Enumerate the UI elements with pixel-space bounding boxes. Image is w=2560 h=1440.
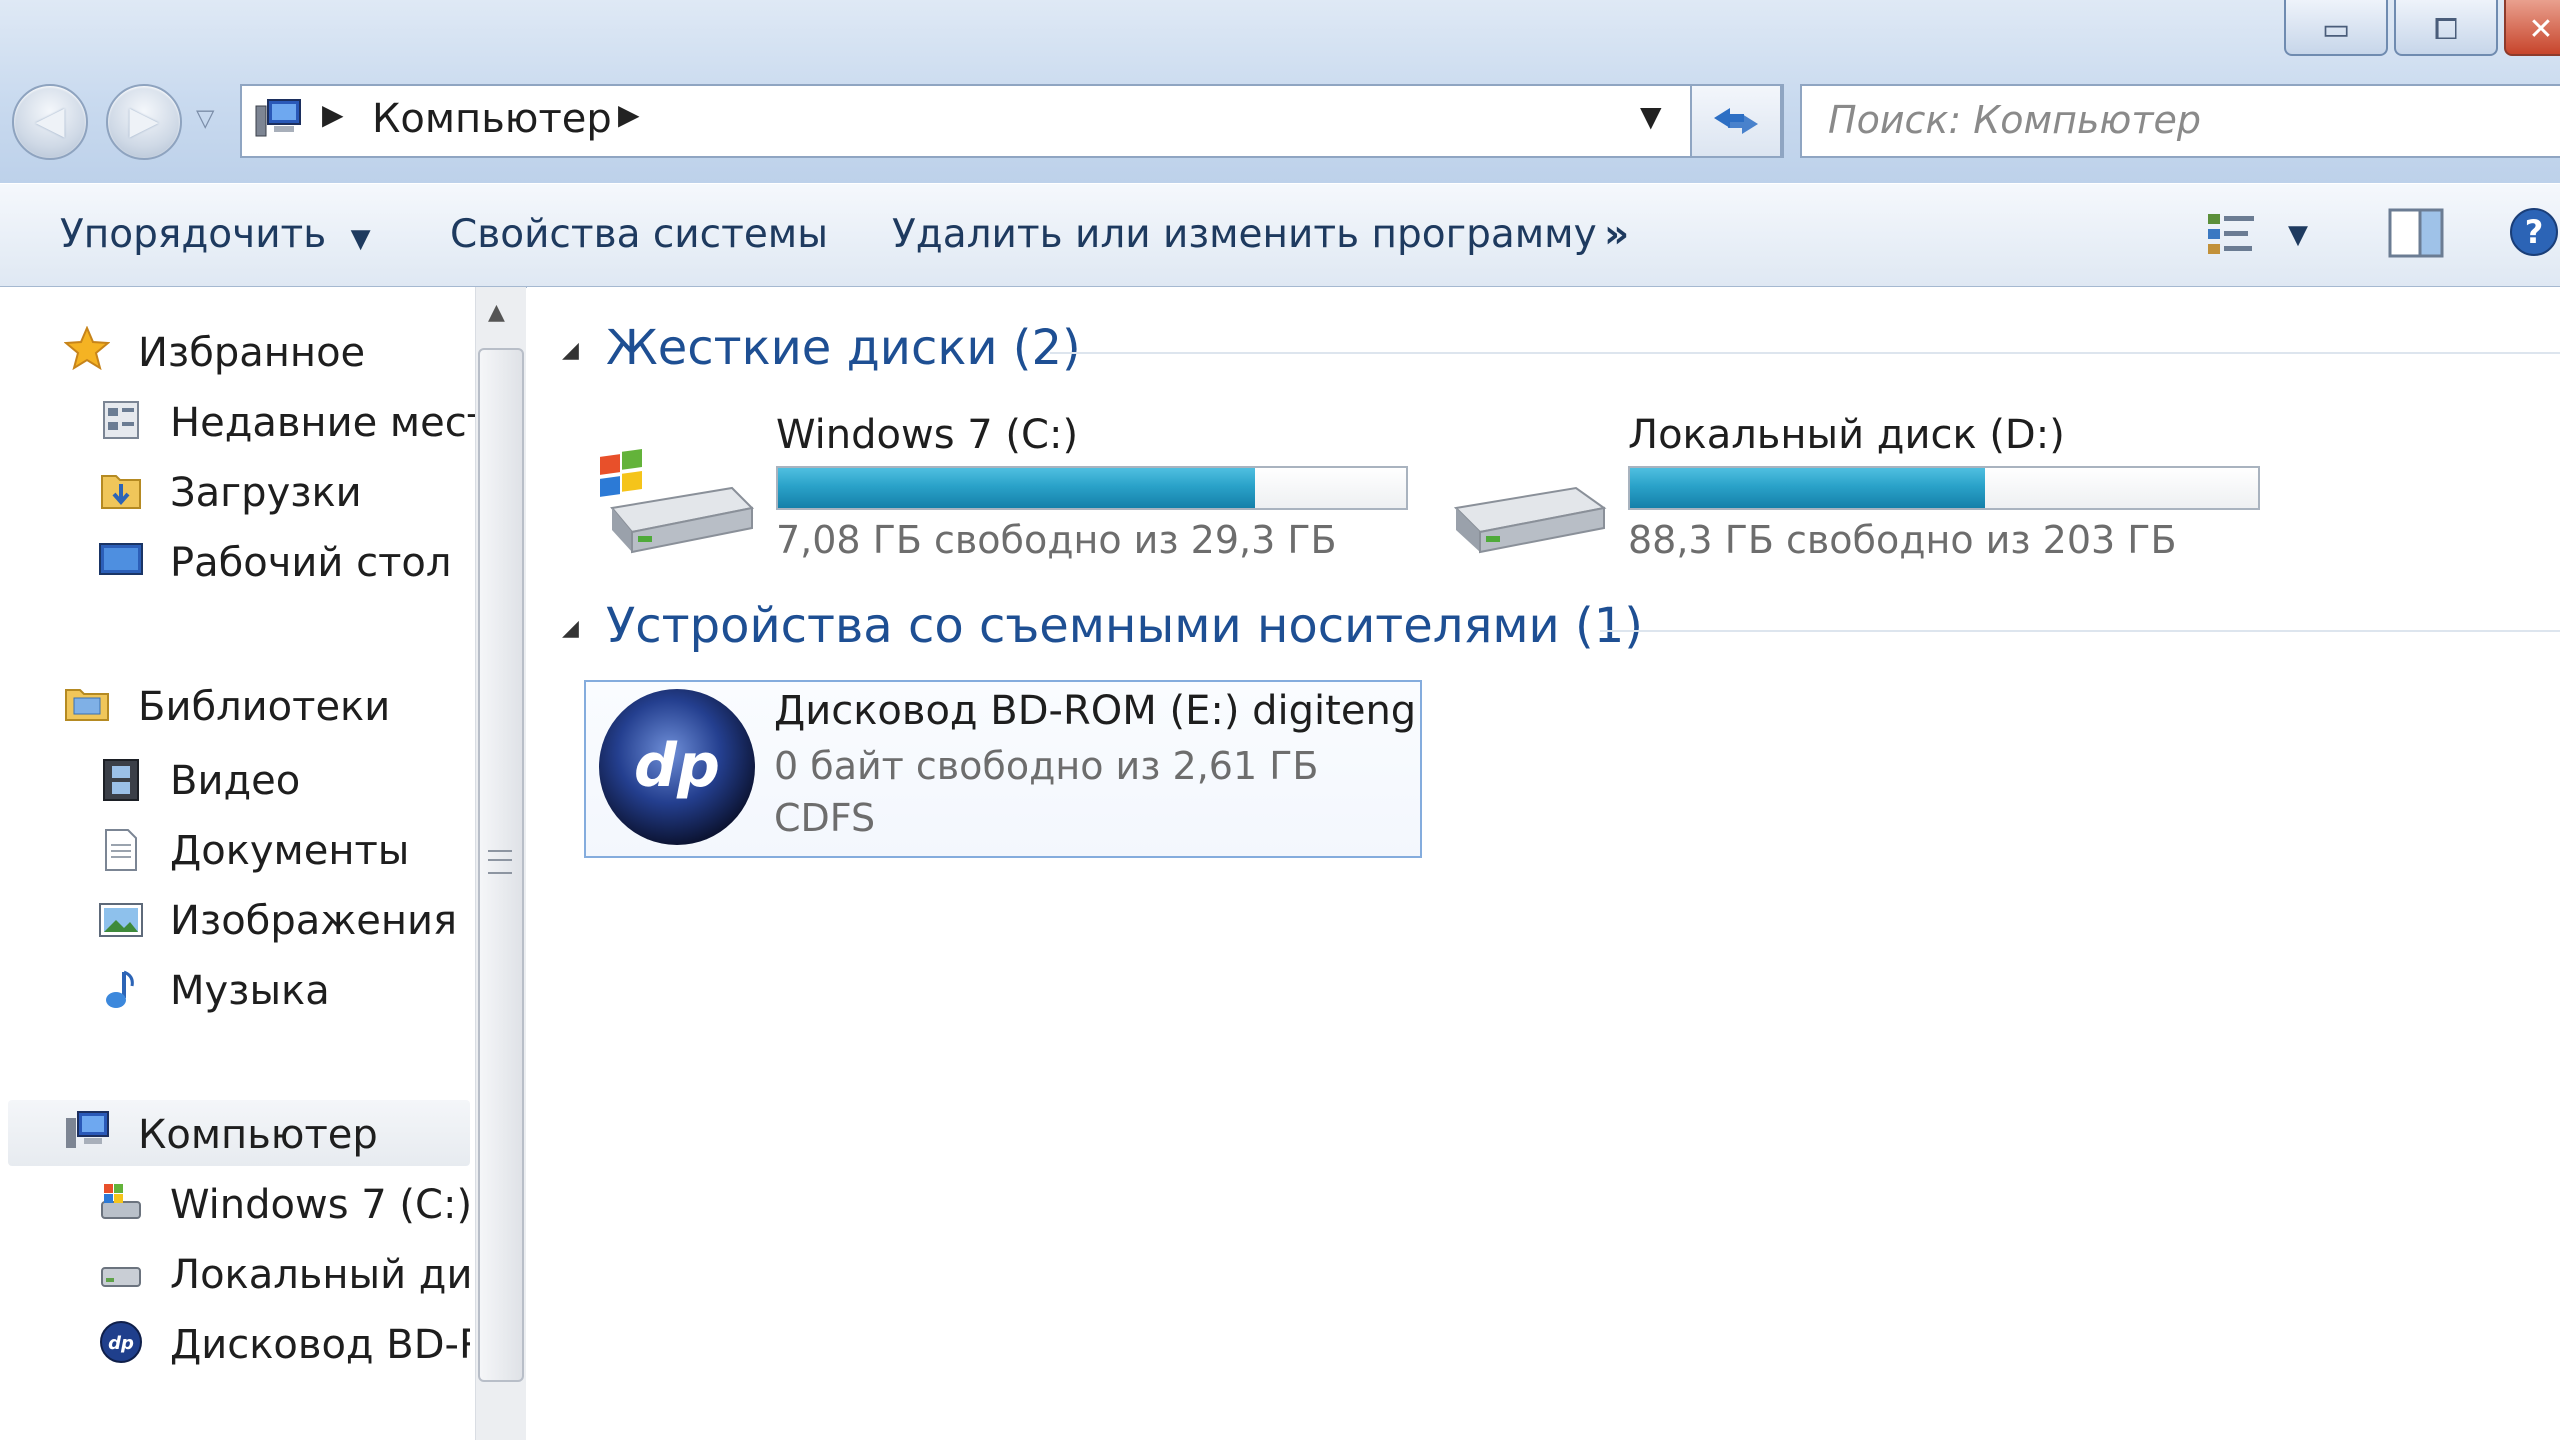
more-commands-button[interactable]: » (1604, 212, 1629, 257)
chevron-down-icon: ▼ (350, 224, 371, 254)
svg-text:dp: dp (634, 731, 720, 801)
search-placeholder: Поиск: Компьютер (1828, 98, 2202, 142)
group-removable-title[interactable]: Устройства со съемными носителями (1) (606, 598, 1643, 654)
collapse-group-icon[interactable]: ◢ (562, 616, 579, 641)
system-properties-button[interactable]: Свойства системы (450, 212, 828, 257)
nav-computer[interactable]: Компьютер (138, 1112, 378, 1158)
drive-c-usage-bar (776, 466, 1408, 510)
forward-arrow-icon: ▶ (129, 98, 159, 142)
refresh-icon (1714, 108, 1758, 134)
desktop-icon (99, 543, 143, 575)
libraries-icon (65, 689, 109, 721)
nav-favorites-item[interactable]: Рабочий стол (170, 540, 451, 586)
computer-icon (255, 99, 301, 137)
nav-favorites-item[interactable]: Загрузки (170, 470, 362, 516)
nav-computer-item[interactable]: Windows 7 (C:) (170, 1182, 472, 1228)
nav-favorites-item[interactable]: Недавние места (170, 400, 515, 446)
hard-drive-icon (1453, 486, 1607, 554)
documents-icon (105, 829, 137, 871)
drive-d-tile[interactable]: Локальный диск (D:) 88,3 ГБ свободно из … (1444, 400, 2274, 570)
nav-libraries[interactable]: Библиотеки (138, 684, 390, 730)
hard-drive-icon (101, 1267, 141, 1287)
preview-pane-icon[interactable] (2388, 208, 2444, 258)
svg-text:?: ? (2525, 213, 2544, 251)
grip-icon (488, 850, 512, 874)
uninstall-program-button[interactable]: Удалить или изменить программу (892, 212, 1597, 257)
breadcrumb-chevron-icon[interactable]: ▶ (618, 98, 640, 131)
address-bar[interactable]: ▶ Компьютер ▶ ▼ (240, 84, 1784, 158)
help-icon[interactable]: ? (2508, 206, 2560, 258)
scrollbar-thumb[interactable] (478, 348, 524, 1382)
downloads-folder-icon (101, 475, 141, 509)
close-icon: ✕ (2528, 12, 2554, 47)
change-view-icon[interactable] (2206, 210, 2258, 258)
bd-rom-drive-icon: dp (100, 1321, 142, 1363)
music-icon (106, 970, 134, 1008)
windows-drive-icon (101, 1184, 141, 1219)
search-input[interactable]: Поиск: Компьютер (1800, 84, 2560, 158)
group-divider (1600, 630, 2560, 632)
nav-computer-item[interactable]: Локальный диск (170, 1252, 470, 1298)
organize-button[interactable]: Упорядочить ▼ (60, 212, 371, 257)
forward-button[interactable]: ▶ (106, 84, 182, 160)
bd-rom-drive-filesystem: CDFS (774, 796, 876, 840)
video-icon (103, 759, 139, 801)
drive-d-info: 88,3 ГБ свободно из 203 ГБ (1628, 518, 2177, 562)
group-hard-drives-title[interactable]: Жесткие диски (2) (606, 320, 1081, 376)
maximize-icon: ⧠ (2434, 12, 2458, 47)
drive-c-name: Windows 7 (C:) (776, 412, 1079, 458)
nav-libraries-item[interactable]: Изображения (170, 898, 457, 944)
organize-label: Упорядочить (60, 212, 327, 257)
scroll-up-icon[interactable]: ▲ (488, 300, 505, 325)
view-options-dropdown-icon[interactable]: ▼ (2288, 220, 2308, 250)
address-dropdown-icon[interactable]: ▼ (1640, 100, 1662, 133)
nav-computer-item[interactable]: Дисковод BD-RC (170, 1322, 470, 1368)
bd-rom-drive-tile[interactable]: dp Дисковод BD-ROM (E:) digiteng 0 байт … (584, 680, 1422, 858)
minimize-icon: ▭ (2321, 12, 2351, 47)
star-icon (64, 326, 110, 370)
nav-libraries-item[interactable]: Видео (170, 758, 300, 804)
drive-c-tile[interactable]: Windows 7 (C:) 7,08 ГБ свободно из 29,3 … (590, 400, 1420, 570)
pictures-icon (99, 903, 143, 937)
group-divider (1050, 352, 2560, 354)
drive-c-usage-fill (778, 468, 1256, 508)
back-button[interactable]: ◀ (12, 84, 88, 160)
bd-rom-drive-icon: dp (599, 689, 755, 845)
recent-places-icon (103, 401, 139, 439)
recent-pages-dropdown-icon[interactable]: ▽ (196, 104, 214, 132)
nav-libraries-item[interactable]: Документы (170, 828, 409, 874)
bd-rom-drive-info: 0 байт свободно из 2,61 ГБ (774, 744, 1319, 788)
windows-drive-icon (600, 448, 755, 554)
breadcrumb-chevron-icon[interactable]: ▶ (322, 98, 344, 131)
minimize-button[interactable]: ▭ (2284, 0, 2388, 56)
nav-favorites[interactable]: Избранное (138, 330, 365, 376)
drive-c-info: 7,08 ГБ свободно из 29,3 ГБ (776, 518, 1337, 562)
maximize-button[interactable]: ⧠ (2394, 0, 2498, 56)
bd-rom-drive-name: Дисковод BD-ROM (E:) digiteng (774, 688, 1417, 734)
drive-d-name: Локальный диск (D:) (1628, 412, 2065, 458)
computer-icon (66, 1111, 109, 1148)
refresh-button[interactable] (1690, 84, 1782, 158)
nav-libraries-item[interactable]: Музыка (170, 968, 330, 1014)
back-arrow-icon: ◀ (35, 98, 65, 142)
svg-text:dp: dp (108, 1333, 134, 1354)
breadcrumb-computer[interactable]: Компьютер (372, 96, 612, 142)
collapse-group-icon[interactable]: ◢ (562, 338, 579, 363)
close-button[interactable]: ✕ (2504, 0, 2560, 56)
drive-d-usage-fill (1630, 468, 1985, 508)
drive-d-usage-bar (1628, 466, 2260, 510)
